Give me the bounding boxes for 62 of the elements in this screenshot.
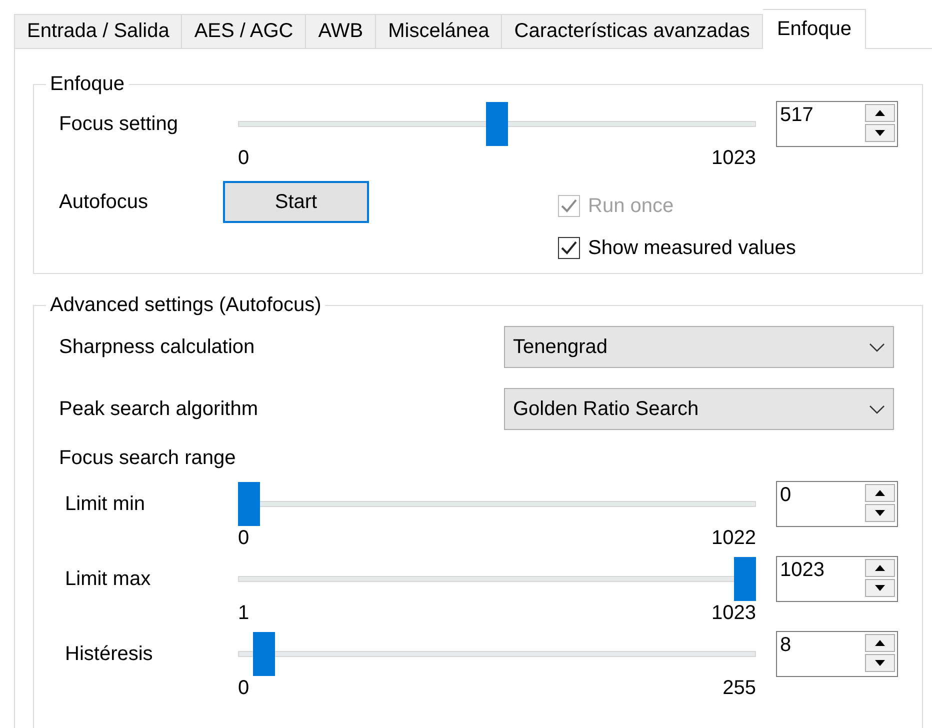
up-arrow-icon: [875, 565, 885, 571]
autofocus-label: Autofocus: [59, 190, 149, 214]
number-input[interactable]: 1023: [777, 557, 860, 582]
max-label: 1023: [712, 146, 756, 171]
tab[interactable]: AWB: [306, 14, 376, 48]
chevron-down-icon: [869, 342, 885, 352]
down-arrow-icon: [875, 585, 885, 591]
min-label: 0: [238, 676, 250, 701]
tab[interactable]: Características avanzadas: [502, 14, 763, 48]
min-label: 0: [238, 146, 250, 171]
tab[interactable]: Miscelánea: [376, 14, 502, 48]
down-arrow-icon: [875, 510, 885, 516]
section-label: Focus search range: [59, 447, 236, 469]
slider[interactable]: [238, 632, 756, 676]
slider[interactable]: [238, 102, 756, 146]
spin-down-button[interactable]: [865, 579, 895, 597]
slider-thumb[interactable]: [252, 632, 275, 676]
checkbox-label: Run once: [588, 194, 674, 218]
number-input[interactable]: 517: [777, 102, 860, 127]
slider-label: Limit min: [64, 492, 146, 516]
spin-up-button[interactable]: [865, 634, 895, 652]
tab[interactable]: Enfoque: [762, 9, 866, 49]
tab[interactable]: Entrada / Salida: [14, 14, 182, 48]
spin-down-button[interactable]: [865, 654, 895, 672]
down-arrow-icon: [875, 130, 885, 136]
spin-up-button[interactable]: [865, 484, 895, 502]
spin-down-button[interactable]: [865, 504, 895, 522]
dropdown-label: Sharpness calculation: [59, 336, 256, 358]
dropdown[interactable]: Golden Ratio Search: [504, 388, 894, 430]
number-field[interactable]: 0: [776, 481, 898, 527]
spin-up-button[interactable]: [865, 104, 895, 122]
number-field[interactable]: 1023: [776, 556, 898, 602]
max-label: 255: [722, 676, 756, 701]
min-label: 0: [238, 526, 250, 551]
spin-down-button[interactable]: [865, 124, 895, 142]
slider-label: Histéresis: [64, 642, 154, 666]
min-label: 1: [238, 601, 250, 626]
slider-thumb[interactable]: [238, 482, 260, 526]
chevron-down-icon: [869, 404, 885, 414]
up-arrow-icon: [875, 640, 885, 646]
number-input[interactable]: 0: [777, 482, 860, 507]
max-label: 1022: [712, 526, 756, 551]
slider-thumb[interactable]: [734, 557, 756, 601]
number-input[interactable]: 8: [777, 632, 860, 657]
checkbox[interactable]: [558, 237, 580, 259]
tab[interactable]: AES / AGC: [182, 14, 306, 48]
number-field[interactable]: 517: [776, 101, 898, 147]
dropdown-label: Peak search algorithm: [59, 398, 259, 420]
slider[interactable]: [238, 557, 756, 601]
slider[interactable]: [238, 482, 756, 526]
slider-label: Focus setting: [59, 112, 179, 136]
down-arrow-icon: [875, 660, 885, 666]
up-arrow-icon: [875, 490, 885, 496]
spin-up-button[interactable]: [865, 559, 895, 577]
slider-thumb[interactable]: [486, 102, 508, 146]
dropdown[interactable]: Tenengrad: [504, 326, 894, 368]
max-label: 1023: [712, 601, 756, 626]
number-field[interactable]: 8: [776, 631, 898, 677]
start-button[interactable]: Start: [223, 181, 369, 223]
up-arrow-icon: [875, 110, 885, 116]
slider-label: Limit max: [64, 568, 152, 590]
checkbox-label: Show measured values: [588, 236, 796, 260]
